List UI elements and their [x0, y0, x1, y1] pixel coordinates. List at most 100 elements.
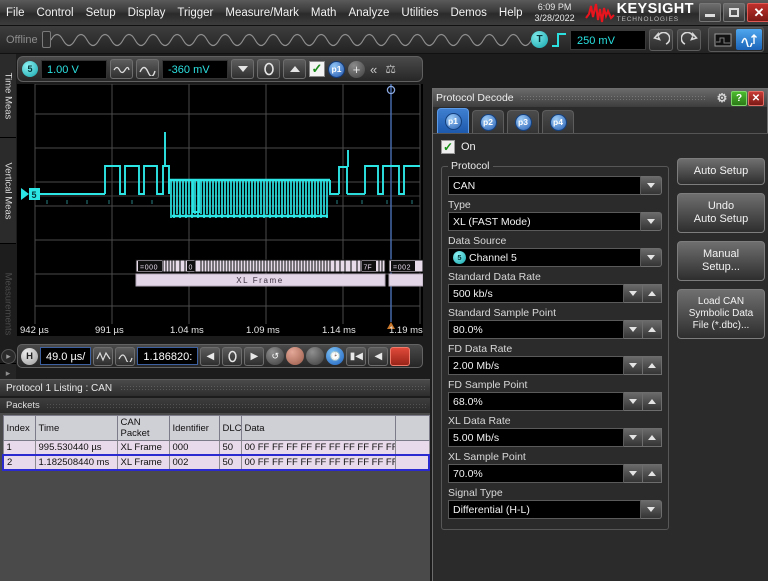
roll-mode-button[interactable] — [306, 347, 324, 365]
delay-increase-button[interactable]: ▶ — [244, 347, 264, 366]
menu-item-trigger[interactable]: Trigger — [171, 3, 219, 23]
fd-sample-point-spinner[interactable]: 68.0% — [448, 392, 662, 411]
chevron-down-icon[interactable] — [641, 500, 662, 519]
screen-view-button[interactable] — [710, 29, 736, 50]
trigger-level-value[interactable]: 250 mV — [570, 30, 646, 50]
manual-setup-button[interactable]: Manual Setup... — [677, 241, 765, 281]
col-dlc[interactable]: DLC — [219, 416, 241, 441]
type-select[interactable]: XL (FAST Mode) — [448, 212, 662, 231]
menu-item-demos[interactable]: Demos — [444, 3, 492, 23]
table-row[interactable]: 1 995.530440 µs XL Frame 000 50 00 FF FF… — [3, 441, 429, 456]
scale-coarse-button[interactable] — [110, 59, 133, 79]
help-button[interactable]: ? — [731, 91, 747, 106]
undo-button[interactable] — [649, 29, 673, 51]
xl-data-rate-spinner[interactable]: 5.00 Mb/s — [448, 428, 662, 447]
menu-item-help[interactable]: Help — [493, 3, 529, 23]
col-time[interactable]: Time — [35, 416, 117, 441]
nav-first-button[interactable]: ▮◀ — [346, 347, 366, 366]
tab-p1[interactable]: p1 — [437, 108, 469, 133]
standard-sample-point-spinner[interactable]: 80.0% — [448, 320, 662, 339]
segmented-memory-button[interactable] — [286, 347, 304, 365]
decrement-icon[interactable] — [624, 428, 643, 447]
decode-on-checkbox[interactable]: ✓ — [441, 140, 455, 154]
chevron-down-icon[interactable] — [641, 176, 662, 195]
window-minimize-button[interactable] — [699, 3, 721, 22]
col-identifier[interactable]: Identifier — [169, 416, 219, 441]
delay-decrease-button[interactable]: ◀ — [200, 347, 220, 366]
timebase-fine-button[interactable] — [115, 347, 135, 366]
fd-data-rate-spinner[interactable]: 2.00 Mb/s — [448, 356, 662, 375]
window-maximize-button[interactable] — [723, 3, 745, 22]
menu-item-math[interactable]: Math — [305, 3, 343, 23]
menu-item-measure-mark[interactable]: Measure/Mark — [219, 3, 305, 23]
channel-enable-checkbox[interactable]: ✓ — [309, 61, 325, 77]
time-per-div-value[interactable]: 49.0 µs/ — [40, 347, 91, 365]
collapse-toolbar-button[interactable]: « — [368, 62, 379, 77]
decrement-icon[interactable] — [624, 320, 643, 339]
load-dbc-file-button[interactable]: Load CAN Symbolic Data File (*.dbc)... — [677, 289, 765, 339]
drag-handle[interactable] — [42, 31, 51, 48]
protocol-select[interactable]: CAN — [448, 176, 662, 195]
window-close-button[interactable]: ✕ — [747, 3, 768, 22]
increment-icon[interactable] — [643, 392, 662, 411]
nav-prev-button[interactable]: ◀ — [368, 347, 388, 366]
scale-fine-button[interactable] — [136, 59, 159, 79]
waveform-display[interactable]: 5 — [17, 84, 423, 336]
trigger-badge[interactable]: T — [531, 31, 548, 48]
xl-sample-point-spinner[interactable]: 70.0% — [448, 464, 662, 483]
chevron-down-icon[interactable] — [641, 248, 662, 267]
decode-p1-chip[interactable]: p1 — [328, 61, 345, 78]
standard-data-rate-spinner[interactable]: 500 kb/s — [448, 284, 662, 303]
xy-mode-button[interactable]: 🕑 — [326, 347, 344, 365]
rising-edge-icon[interactable] — [550, 31, 568, 49]
decrement-icon[interactable] — [624, 392, 643, 411]
channel-offset-value[interactable]: -360 mV — [162, 60, 228, 79]
sidebar-item-vertical-meas[interactable]: Vertical Meas — [0, 138, 16, 244]
offset-zero-button[interactable] — [257, 59, 280, 79]
sidebar-item-time-meas[interactable]: Time Meas — [0, 54, 16, 138]
menu-item-file[interactable]: File — [0, 3, 31, 23]
horizontal-badge[interactable]: H — [21, 348, 38, 365]
volts-per-div-value[interactable]: 1.00 V — [41, 60, 107, 79]
chevron-down-icon[interactable] — [641, 212, 662, 231]
dialog-title-bar[interactable]: Protocol Decode ⚙ ? ✕ — [433, 89, 767, 107]
decrement-icon[interactable] — [624, 284, 643, 303]
zoom-button[interactable]: ↺ — [266, 347, 284, 365]
decrement-icon[interactable] — [624, 356, 643, 375]
pin-icon[interactable]: ⚖ — [382, 62, 399, 76]
channel-number-badge[interactable]: 5 — [22, 61, 38, 77]
menu-item-display[interactable]: Display — [122, 3, 172, 23]
timebase-expand-button[interactable]: ▸ — [0, 346, 17, 366]
table-row[interactable]: 2 1.182508440 ms XL Frame 002 50 00 FF F… — [3, 455, 429, 470]
tab-p3[interactable]: p3 — [507, 110, 539, 133]
decode-on-row[interactable]: ✓ On — [441, 140, 669, 154]
nav-stop-button[interactable] — [390, 347, 410, 366]
menu-item-analyze[interactable]: Analyze — [342, 3, 395, 23]
tab-p2[interactable]: p2 — [472, 110, 504, 133]
data-source-select[interactable]: 5 Channel 5 — [448, 248, 662, 267]
increment-icon[interactable] — [643, 428, 662, 447]
offset-increase-button[interactable] — [283, 59, 306, 79]
col-blank[interactable] — [395, 416, 429, 441]
dialog-close-button[interactable]: ✕ — [748, 91, 764, 106]
decrement-icon[interactable] — [624, 464, 643, 483]
menu-item-control[interactable]: Control — [31, 3, 80, 23]
increment-icon[interactable] — [643, 320, 662, 339]
col-data[interactable]: Data — [241, 416, 395, 441]
col-index[interactable]: Index — [3, 416, 35, 441]
auto-setup-button[interactable]: Auto Setup — [677, 158, 765, 185]
gear-icon[interactable]: ⚙ — [714, 91, 730, 106]
increment-icon[interactable] — [643, 356, 662, 375]
undo-auto-setup-button[interactable]: Undo Auto Setup — [677, 193, 765, 233]
timebase-coarse-button[interactable] — [93, 347, 113, 366]
menu-item-setup[interactable]: Setup — [80, 3, 122, 23]
waveform-view-button[interactable] — [736, 29, 762, 50]
signal-type-select[interactable]: Differential (H-L) — [448, 500, 662, 519]
redo-button[interactable] — [677, 29, 701, 51]
col-can-packet[interactable]: CAN Packet — [117, 416, 169, 441]
offset-decrease-button[interactable] — [231, 59, 254, 79]
increment-icon[interactable] — [643, 464, 662, 483]
delay-zero-button[interactable] — [222, 347, 242, 366]
add-channel-button[interactable]: + — [348, 61, 365, 78]
menu-item-utilities[interactable]: Utilities — [395, 3, 444, 23]
